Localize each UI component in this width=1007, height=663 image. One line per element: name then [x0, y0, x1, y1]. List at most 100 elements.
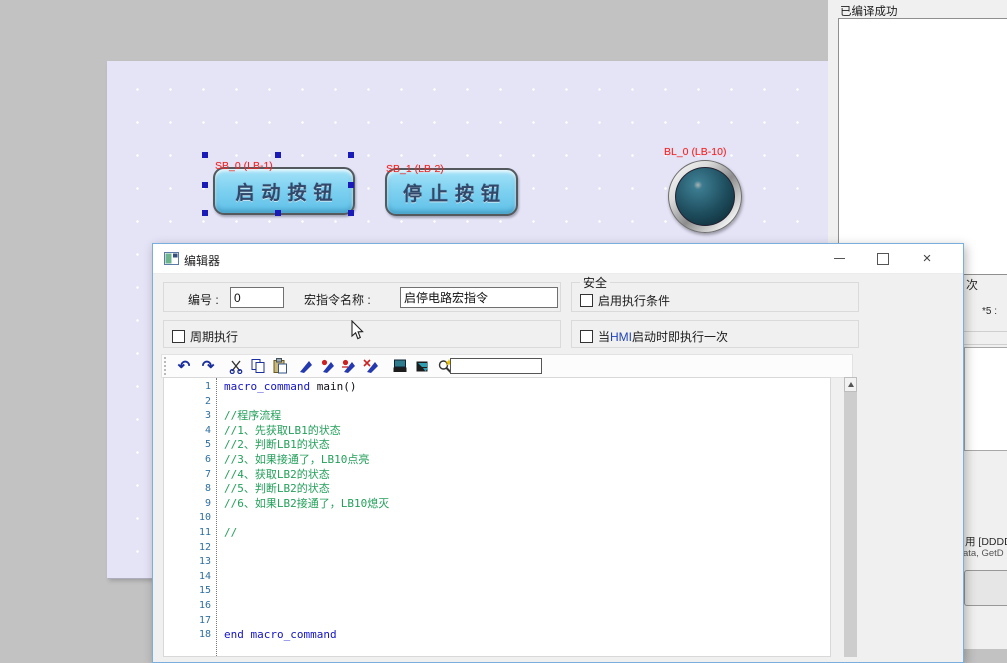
line-number: 11	[164, 526, 216, 541]
redo-icon[interactable]: ↷	[198, 357, 218, 375]
code-line[interactable]	[224, 570, 830, 585]
partial-text-3: 用 [DDDD	[965, 534, 1007, 549]
line-number: 8	[164, 482, 216, 497]
editor-window-icon	[164, 252, 179, 265]
debug-pen-icon[interactable]	[296, 357, 316, 375]
find-input[interactable]	[450, 358, 542, 374]
line-number: 17	[164, 614, 216, 629]
line-number: 16	[164, 599, 216, 614]
paste-icon[interactable]	[270, 357, 290, 375]
debug-step-icon[interactable]	[339, 357, 359, 375]
code-line[interactable]	[224, 395, 830, 410]
macro-id-label: 编号 :	[188, 291, 219, 308]
editor-titlebar[interactable]: 编辑器 ×	[153, 244, 963, 274]
security-groupbox: 安全 启用执行条件	[571, 282, 859, 312]
code-line[interactable]: macro_command main()	[224, 380, 830, 395]
selection-handle-n[interactable]	[275, 152, 281, 158]
code-lines: macro_command main() //程序流程//1、先获取LB1的状态…	[217, 378, 830, 656]
selection-handle-nw[interactable]	[202, 152, 208, 158]
selection-handle-s[interactable]	[275, 210, 281, 216]
selection-handle-se[interactable]	[348, 210, 354, 216]
partial-text-2: *5 :	[982, 306, 997, 317]
editor-toolbar: ↶ ↷	[161, 354, 853, 378]
partial-text-1: 次	[966, 276, 978, 293]
debug-breakpoint-icon[interactable]	[318, 357, 338, 375]
line-number: 9	[164, 497, 216, 512]
code-line[interactable]	[224, 599, 830, 614]
exec-condition-label: 启用执行条件	[598, 292, 670, 309]
selection-handle-sw[interactable]	[202, 210, 208, 216]
macro-editor-window: 编辑器 × 编号 : 宏指令名称 : 安全 启用执行条件 周期执行 当 H	[152, 243, 964, 663]
object-id-label-sb0: SB_0 (LB-1)	[215, 161, 273, 172]
checkbox-icon	[580, 330, 593, 343]
line-number: 6	[164, 453, 216, 468]
code-line[interactable]: //5、判断LB2的状态	[224, 482, 830, 497]
line-number: 7	[164, 468, 216, 483]
toolbar-grip[interactable]	[164, 357, 166, 375]
macro-name-input[interactable]	[400, 287, 558, 308]
code-gutter: 123456789101112131415161718	[164, 378, 217, 656]
debug-remove-icon[interactable]	[361, 357, 381, 375]
startup-groupbox: 当 HMI 启动时即执行一次	[571, 320, 859, 348]
line-number: 15	[164, 584, 216, 599]
code-scrollbar[interactable]	[844, 377, 857, 657]
line-number: 14	[164, 570, 216, 585]
code-line[interactable]	[224, 541, 830, 556]
partial-listbox[interactable]	[964, 347, 1007, 451]
security-group-label: 安全	[580, 274, 610, 291]
scroll-up-icon	[848, 382, 854, 387]
code-line[interactable]: //4、获取LB2的状态	[224, 468, 830, 483]
code-line[interactable]: //2、判断LB1的状态	[224, 438, 830, 453]
exec-condition-checkbox[interactable]: 启用执行条件	[580, 292, 670, 309]
periodic-exec-checkbox[interactable]: 周期执行	[172, 328, 238, 345]
partial-text-4: ata, GetD	[963, 548, 1004, 559]
hmi-start-button[interactable]: 启动按钮	[213, 167, 355, 215]
checkbox-icon	[580, 294, 593, 307]
object-id-label-bl0: BL_0 (LB-10)	[664, 147, 726, 158]
macro-id-input[interactable]	[230, 287, 284, 308]
selection-handle-e[interactable]	[348, 182, 354, 188]
minimize-icon	[834, 258, 845, 260]
close-button[interactable]: ×	[905, 244, 949, 273]
maximize-icon	[877, 253, 889, 265]
startup-exec-checkbox[interactable]: 当 HMI 启动时即执行一次	[580, 328, 728, 345]
selection-handle-w[interactable]	[202, 182, 208, 188]
code-line[interactable]: //程序流程	[224, 409, 830, 424]
execute-icon[interactable]	[412, 357, 432, 375]
divider	[962, 344, 1007, 345]
hmi-start-button-label: 启动按钮	[228, 178, 339, 205]
copy-icon[interactable]	[248, 357, 268, 375]
code-line[interactable]: //3、如果接通了，LB10点亮	[224, 453, 830, 468]
partial-button[interactable]	[964, 570, 1007, 606]
mouse-cursor	[351, 320, 365, 341]
line-number: 18	[164, 628, 216, 643]
code-line[interactable]	[224, 584, 830, 599]
cut-icon[interactable]	[226, 357, 246, 375]
minimize-button[interactable]	[817, 244, 861, 273]
object-id-label-sb1: SB_1 (LB-2)	[386, 164, 444, 175]
line-number: 5	[164, 438, 216, 453]
macro-name-label: 宏指令名称 :	[304, 291, 371, 308]
editor-title: 编辑器	[184, 252, 220, 269]
hmi-stop-button[interactable]: 停止按钮	[385, 168, 518, 216]
code-editor[interactable]: 123456789101112131415161718 macro_comman…	[163, 377, 831, 657]
selection-handle-ne[interactable]	[348, 152, 354, 158]
compile-icon[interactable]	[390, 357, 410, 375]
scrollbar-up-button[interactable]	[844, 377, 857, 392]
code-line[interactable]: //	[224, 526, 830, 541]
startup-label-prefix: 当	[598, 328, 610, 345]
code-line[interactable]: //6、如果LB2接通了，LB10熄灭	[224, 497, 830, 512]
maximize-button[interactable]	[861, 244, 905, 273]
code-line[interactable]	[224, 511, 830, 526]
hmi-stop-button-label: 停止按钮	[396, 179, 507, 206]
undo-icon[interactable]: ↶	[174, 357, 194, 375]
code-line[interactable]: end macro_command	[224, 628, 830, 643]
compile-output-listbox[interactable]	[838, 18, 1007, 275]
code-line[interactable]	[224, 614, 830, 629]
line-number: 10	[164, 511, 216, 526]
line-number: 3	[164, 409, 216, 424]
indicator-lamp[interactable]	[668, 160, 742, 233]
code-line[interactable]: //1、先获取LB1的状态	[224, 424, 830, 439]
code-line[interactable]	[224, 555, 830, 570]
checkbox-icon	[172, 330, 185, 343]
